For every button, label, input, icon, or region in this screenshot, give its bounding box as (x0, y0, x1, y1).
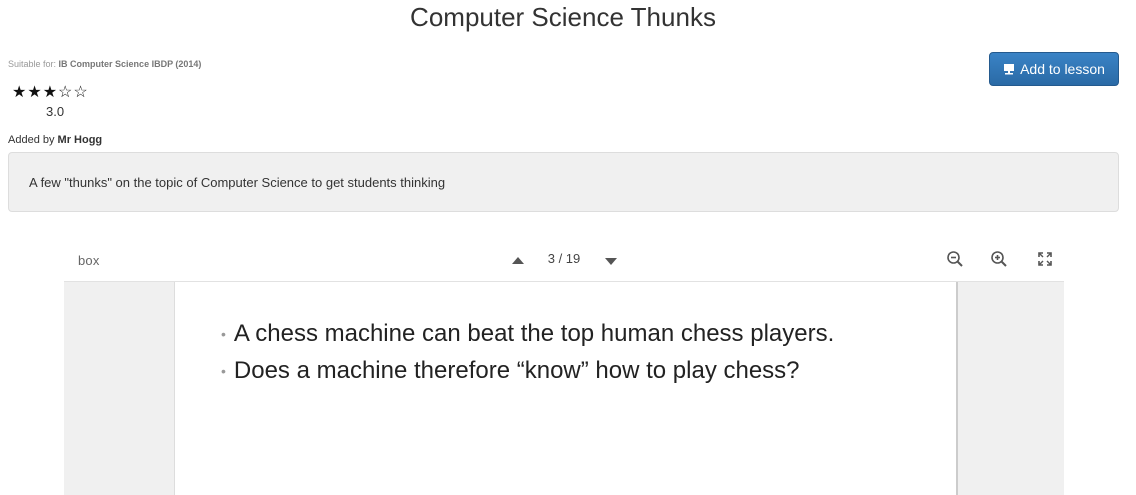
description-box: A few "thunks" on the topic of Computer … (8, 152, 1119, 212)
slide-bullet: • A chess machine can beat the top human… (221, 320, 834, 348)
zoom-in-icon[interactable] (990, 250, 1008, 268)
bullet-dot-icon: • (221, 363, 226, 379)
author-name[interactable]: Mr Hogg (58, 134, 103, 146)
chevron-down-icon[interactable] (604, 254, 618, 266)
page-title: Computer Science Thunks (410, 2, 716, 32)
added-by: Added by Mr Hogg (8, 134, 102, 146)
suitable-for-label: Suitable for: (8, 59, 57, 69)
fullscreen-icon[interactable] (1036, 250, 1054, 268)
added-by-label: Added by (8, 134, 55, 146)
box-logo: box (78, 253, 100, 268)
add-to-lesson-label: Add to lesson (1020, 61, 1105, 77)
suitable-for-value[interactable]: IB Computer Science IBDP (2014) (59, 59, 202, 69)
star-rating[interactable]: ★★★☆☆ (12, 82, 89, 102)
description-text: A few "thunks" on the topic of Computer … (29, 175, 446, 190)
suitable-for: Suitable for: IB Computer Science IBDP (… (8, 59, 201, 69)
page-counter: 3 / 19 (547, 251, 581, 266)
document-viewer[interactable]: • A chess machine can beat the top human… (64, 282, 1064, 495)
slide-bullet-text: Does a machine therefore “know” how to p… (233, 357, 800, 384)
lesson-board-icon (1003, 63, 1015, 75)
slide-bullet: • Does a machine therefore “know” how to… (221, 357, 800, 385)
chevron-up-icon[interactable] (511, 254, 525, 266)
slide-bullet-text: A chess machine can beat the top human c… (233, 320, 835, 347)
rating-value: 3.0 (46, 104, 65, 119)
zoom-out-icon[interactable] (946, 250, 964, 268)
add-to-lesson-button[interactable]: Add to lesson (989, 52, 1119, 86)
viewer-toolbar: box 3 / 19 (64, 238, 1064, 282)
slide-page: • A chess machine can beat the top human… (174, 282, 958, 495)
bullet-dot-icon: • (221, 326, 226, 342)
